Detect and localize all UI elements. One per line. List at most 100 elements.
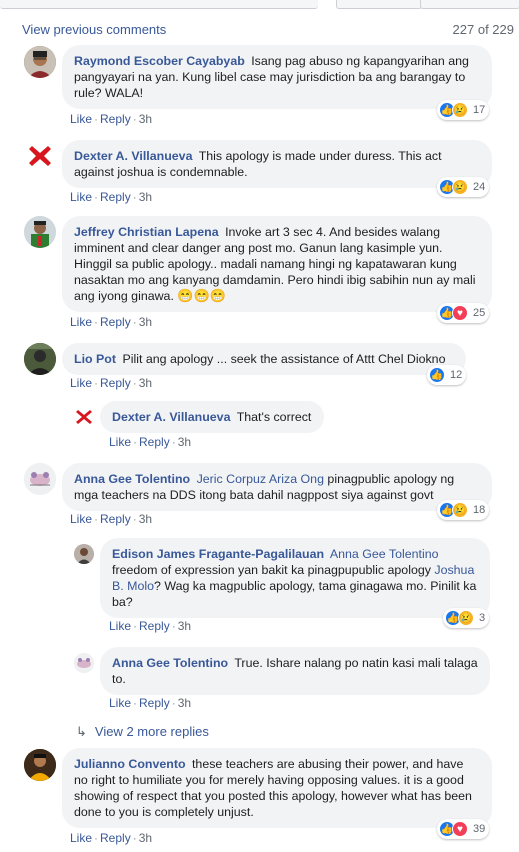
view-more-replies-link[interactable]: ↳ View 2 more replies [76, 724, 209, 740]
comment-bubble: Dexter A. Villanueva This apology is mad… [62, 140, 492, 188]
comment-time[interactable]: 3h [178, 696, 191, 710]
avatar[interactable] [74, 407, 94, 427]
avatar[interactable] [74, 544, 94, 564]
like-button[interactable]: Like [70, 112, 92, 126]
reply-button[interactable]: Reply [100, 190, 131, 204]
comment-author[interactable]: Dexter A. Villanueva [74, 149, 192, 163]
comment-author[interactable]: Edison James Fragante-Pagalilauan [112, 547, 324, 561]
comment-actions: Like · Reply · 3h [70, 315, 153, 329]
reactions-summary[interactable]: 👍 😢 17 [437, 100, 490, 120]
like-button[interactable]: Like [70, 512, 92, 526]
reactions-summary[interactable]: 👍 ♥ 39 [437, 819, 490, 839]
comment-time[interactable]: 3h [139, 512, 152, 526]
comment-bubble: Julianno Convento these teachers are abu… [62, 748, 492, 828]
comment-actions: Like · Reply · 3h [70, 112, 153, 126]
top-tab-middle[interactable] [336, 0, 422, 9]
comment-actions: Like · Reply · 3h [70, 831, 153, 845]
comment-text: That's correct [236, 410, 312, 424]
avatar[interactable] [74, 653, 94, 673]
comment-bubble: Anna Gee Tolentino True. Ishare nalang p… [100, 647, 490, 695]
comment-time[interactable]: 3h [178, 435, 191, 449]
avatar[interactable] [24, 343, 56, 375]
comment-text: Pilit ang apology ... seek the assistanc… [122, 352, 446, 366]
mention-link[interactable]: Anna Gee Tolentino [330, 547, 439, 561]
reply-button[interactable]: Reply [100, 112, 131, 126]
like-button[interactable]: Like [109, 435, 131, 449]
reply-button[interactable]: Reply [100, 831, 131, 845]
like-button[interactable]: Like [109, 696, 131, 710]
comment-bubble: Edison James Fragante-Pagalilauan Anna G… [100, 538, 490, 618]
reaction-count: 25 [473, 307, 486, 319]
reaction-count: 18 [473, 504, 486, 516]
comment-time[interactable]: 3h [139, 190, 152, 204]
reply-button[interactable]: Reply [100, 512, 131, 526]
reactions-summary[interactable]: 👍 😢 18 [437, 500, 490, 520]
view-more-replies-label: View 2 more replies [94, 724, 209, 739]
like-button[interactable]: Like [70, 376, 92, 390]
comment-bubble: Raymond Escober Cayabyab Isang pag abuso… [62, 45, 492, 109]
love-reaction-icon: ♥ [452, 821, 468, 837]
avatar[interactable] [24, 140, 56, 172]
comment-time[interactable]: 3h [178, 619, 191, 633]
comment-actions: Like · Reply · 3h [70, 376, 153, 390]
reaction-count: 39 [473, 823, 486, 835]
reply-button[interactable]: Reply [100, 376, 131, 390]
comment-actions: Like · Reply · 3h [70, 190, 153, 204]
like-reaction-icon: 👍 [429, 367, 445, 383]
comment-bubble: Anna Gee Tolentino Jeric Corpuz Ariza On… [62, 463, 492, 511]
sad-reaction-icon: 😢 [452, 502, 468, 518]
avatar[interactable] [24, 463, 56, 495]
comment-actions: Like · Reply · 3h [109, 619, 192, 633]
comment-author[interactable]: Lio Pot [74, 352, 116, 366]
comment-actions: Like · Reply · 3h [70, 512, 153, 526]
reaction-count: 12 [450, 369, 463, 381]
reply-button[interactable]: Reply [139, 696, 170, 710]
like-button[interactable]: Like [109, 619, 131, 633]
top-tab-right[interactable] [420, 0, 519, 9]
comment-author[interactable]: Anna Gee Tolentino [112, 656, 228, 670]
comment-time[interactable]: 3h [139, 376, 152, 390]
reactions-summary[interactable]: 👍 12 [427, 365, 467, 385]
avatar[interactable] [24, 749, 56, 781]
comment-time[interactable]: 3h [139, 112, 152, 126]
comment-author[interactable]: Julianno Convento [74, 757, 186, 771]
grin-emoji: 😁😁😁 [177, 288, 226, 303]
comment-bubble: Dexter A. Villanueva That's correct [100, 401, 324, 433]
comment-text: freedom of expression yan bakit ka pinag… [112, 563, 431, 577]
comment-author[interactable]: Raymond Escober Cayabyab [74, 54, 245, 68]
reply-button[interactable]: Reply [139, 619, 170, 633]
reaction-count: 24 [473, 181, 486, 193]
comment-text: ? Wag ka magpublic apology, tama ginagaw… [112, 579, 477, 609]
reactions-summary[interactable]: 👍 ♥ 25 [437, 303, 490, 323]
top-tabs [0, 0, 519, 14]
sad-reaction-icon: 😢 [452, 179, 468, 195]
like-button[interactable]: Like [70, 190, 92, 204]
comment-time[interactable]: 3h [139, 315, 152, 329]
sad-reaction-icon: 😢 [452, 102, 468, 118]
comment-author[interactable]: Anna Gee Tolentino [74, 472, 190, 486]
reaction-count: 17 [473, 104, 486, 116]
like-button[interactable]: Like [70, 315, 92, 329]
reaction-count: 3 [479, 612, 486, 624]
comment-bubble: Jeffrey Christian Lapena Invoke art 3 se… [62, 216, 492, 312]
mention-link[interactable]: Jeric Corpuz Ariza Ong [197, 472, 324, 486]
view-previous-comments-link[interactable]: View previous comments [22, 22, 166, 37]
avatar[interactable] [24, 216, 56, 248]
comment-author[interactable]: Jeffrey Christian Lapena [74, 225, 219, 239]
reactions-summary[interactable]: 👍 😢 3 [443, 608, 490, 628]
comment-count: 227 of 229 [452, 22, 514, 37]
reply-button[interactable]: Reply [100, 315, 131, 329]
reply-button[interactable]: Reply [139, 435, 170, 449]
comment-bubble: Lio Pot Pilit ang apology ... seek the a… [62, 343, 466, 375]
like-button[interactable]: Like [70, 831, 92, 845]
red-x-icon [29, 146, 51, 166]
red-x-icon [76, 410, 92, 424]
love-reaction-icon: ♥ [452, 305, 468, 321]
reply-arrow-icon: ↳ [76, 724, 87, 739]
avatar[interactable] [24, 46, 56, 78]
comment-author[interactable]: Dexter A. Villanueva [112, 410, 230, 424]
comment-actions: Like · Reply · 3h [109, 696, 192, 710]
comment-time[interactable]: 3h [139, 831, 152, 845]
reactions-summary[interactable]: 👍 😢 24 [437, 177, 490, 197]
top-tab-left[interactable] [0, 0, 318, 9]
